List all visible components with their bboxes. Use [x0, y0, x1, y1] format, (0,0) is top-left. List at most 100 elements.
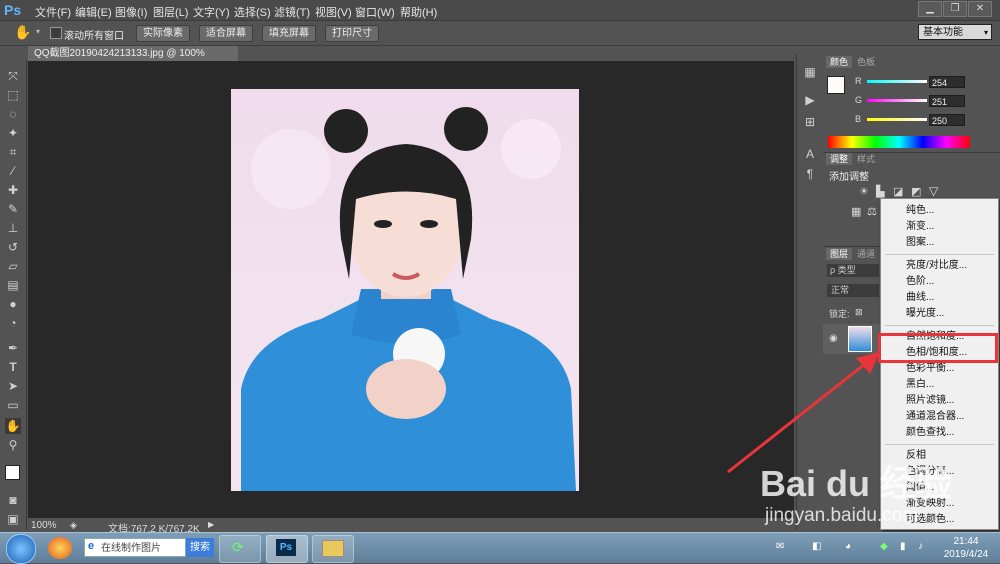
menu-item-channel-mixer[interactable]: 通道混合器... — [881, 409, 998, 425]
foreground-color-swatch[interactable] — [5, 465, 20, 480]
shield-icon[interactable]: ◆ — [880, 541, 888, 552]
fill-screen-button[interactable]: 填充屏幕 — [262, 25, 316, 42]
workspace-select[interactable]: 基本功能 ▾ — [918, 24, 992, 40]
quick-mask-icon[interactable]: ◙ — [5, 492, 21, 508]
mail-icon[interactable]: ✉ — [776, 541, 784, 552]
character-panel-icon[interactable]: A — [802, 146, 818, 162]
eyedropper-icon[interactable]: ⁄ — [5, 163, 21, 179]
gradient-tool-icon[interactable]: ▤ — [5, 277, 21, 293]
menu-window[interactable]: 窗口(W) — [355, 4, 395, 20]
menu-layer[interactable]: 图层(L) — [153, 4, 188, 20]
menu-item-levels[interactable]: 色阶... — [881, 274, 998, 290]
volume-icon[interactable]: ♪ — [918, 541, 923, 552]
color-spectrum[interactable] — [828, 136, 970, 148]
lock-pixels-icon[interactable]: ⊠ — [855, 307, 863, 318]
move-tool-icon[interactable]: ⤧ — [5, 68, 21, 84]
zoom-icon[interactable]: ◈ — [70, 520, 77, 531]
chevron-down-icon[interactable]: ▾ — [36, 27, 40, 36]
qq-icon[interactable]: ◕ — [845, 541, 851, 552]
search-input[interactable]: 在线制作图片 — [84, 538, 186, 557]
app-icon[interactable] — [48, 537, 72, 559]
play-icon[interactable]: ▶ — [208, 520, 214, 529]
close-icon[interactable]: ✕ — [968, 1, 992, 17]
clock-date[interactable]: 2019/4/24 — [940, 549, 992, 560]
menu-item-curves[interactable]: 曲线... — [881, 290, 998, 306]
print-size-button[interactable]: 打印尺寸 — [325, 25, 379, 42]
foreground-swatch[interactable] — [827, 76, 845, 94]
menu-item-color-lookup[interactable]: 颜色查找... — [881, 425, 998, 441]
blur-tool-icon[interactable]: ● — [5, 296, 21, 312]
menu-type[interactable]: 文字(Y) — [193, 4, 230, 20]
pen-tool-icon[interactable]: ✒ — [5, 340, 21, 356]
lasso-tool-icon[interactable]: ◌ — [5, 106, 21, 122]
layer-filter-select[interactable]: ρ 类型 — [827, 264, 879, 277]
magic-wand-icon[interactable]: ✦ — [5, 125, 21, 141]
menu-item-color-balance[interactable]: 色彩平衡... — [881, 361, 998, 377]
tab-styles[interactable]: 样式 — [853, 153, 879, 165]
menu-image[interactable]: 图像(I) — [115, 4, 147, 20]
gradient-map-icon[interactable]: ▽ — [929, 184, 938, 198]
exposure-icon[interactable]: ◩ — [911, 185, 921, 198]
tab-color[interactable]: 颜色 — [826, 56, 853, 68]
b-slider[interactable] — [867, 118, 927, 121]
tab-channels[interactable]: 通道 — [853, 248, 879, 260]
photo-canvas[interactable] — [231, 89, 579, 491]
shape-tool-icon[interactable]: ▭ — [5, 397, 21, 413]
menu-view[interactable]: 视图(V) — [315, 4, 352, 20]
history-panel-icon[interactable]: ▦ — [802, 64, 818, 80]
menu-filter[interactable]: 滤镜(T) — [274, 4, 310, 20]
marquee-tool-icon[interactable]: ⬚ — [5, 87, 21, 103]
menu-file[interactable]: 文件(F) — [35, 4, 71, 20]
properties-panel-icon[interactable]: ⊞ — [802, 114, 818, 130]
g-value-input[interactable]: 251 — [929, 95, 965, 107]
fit-screen-button[interactable]: 适合屏幕 — [199, 25, 253, 42]
menu-item-solid-color[interactable]: 纯色... — [881, 203, 998, 219]
tab-layers[interactable]: 图层 — [826, 248, 853, 260]
menu-item-pattern[interactable]: 图案... — [881, 235, 998, 251]
menu-edit[interactable]: 编辑(E) — [75, 4, 112, 20]
network-icon[interactable]: ▮ — [900, 541, 906, 552]
restore-icon[interactable]: ❐ — [943, 1, 967, 17]
blend-mode-select[interactable]: 正常 — [827, 284, 879, 297]
tab-adjustments[interactable]: 调整 — [826, 153, 853, 165]
menu-item-black-white[interactable]: 黑白... — [881, 377, 998, 393]
zoom-level[interactable]: 100% — [31, 520, 57, 531]
clock-time[interactable]: 21:44 — [944, 536, 988, 547]
stamp-tool-icon[interactable]: ⊥ — [5, 220, 21, 236]
g-slider[interactable] — [867, 99, 927, 102]
menu-select[interactable]: 选择(S) — [234, 4, 271, 20]
menu-help[interactable]: 帮助(H) — [400, 4, 437, 20]
dodge-tool-icon[interactable]: ◔ — [5, 315, 21, 331]
screen-mode-icon[interactable]: ▣ — [5, 511, 21, 527]
menu-item-photo-filter[interactable]: 照片滤镜... — [881, 393, 998, 409]
document-tab[interactable]: QQ截图20190424213133.jpg @ 100%(RGB/8#) *× — [28, 46, 238, 74]
b-value-input[interactable]: 250 — [929, 114, 965, 126]
levels-icon[interactable]: ▙ — [876, 185, 884, 198]
actual-pixels-button[interactable]: 实际像素 — [136, 25, 190, 42]
menu-item-brightness-contrast[interactable]: 亮度/对比度... — [881, 258, 998, 274]
menu-item-gradient[interactable]: 渐变... — [881, 219, 998, 235]
curves-icon[interactable]: ◪ — [893, 185, 903, 198]
history-brush-icon[interactable]: ↺ — [5, 239, 21, 255]
hand-tool-icon[interactable]: ✋ — [14, 24, 31, 41]
tray-icon[interactable]: ◧ — [812, 541, 821, 552]
hand-tool-icon[interactable]: ✋ — [5, 418, 21, 434]
start-button[interactable] — [6, 534, 36, 564]
tab-swatches[interactable]: 色板 — [853, 56, 879, 68]
crop-tool-icon[interactable]: ⌗ — [5, 144, 21, 160]
minimize-icon[interactable]: ▁ — [918, 1, 942, 17]
healing-brush-icon[interactable]: ✚ — [5, 182, 21, 198]
actions-panel-icon[interactable]: ▶ — [802, 92, 818, 108]
r-value-input[interactable]: 254 — [929, 76, 965, 88]
search-button[interactable]: 搜索 — [186, 538, 214, 557]
vibrance-icon[interactable]: ▦ — [851, 205, 861, 218]
paragraph-panel-icon[interactable]: ¶ — [802, 166, 818, 182]
brightness-icon[interactable]: ☀ — [859, 185, 869, 198]
type-tool-icon[interactable]: T — [5, 359, 21, 375]
eraser-tool-icon[interactable]: ▱ — [5, 258, 21, 274]
r-slider[interactable] — [867, 80, 927, 83]
balance-icon[interactable]: ⚖ — [867, 205, 877, 218]
scroll-all-checkbox[interactable] — [50, 27, 62, 39]
menu-item-exposure[interactable]: 曝光度... — [881, 306, 998, 322]
zoom-tool-icon[interactable]: ⚲ — [5, 437, 21, 453]
